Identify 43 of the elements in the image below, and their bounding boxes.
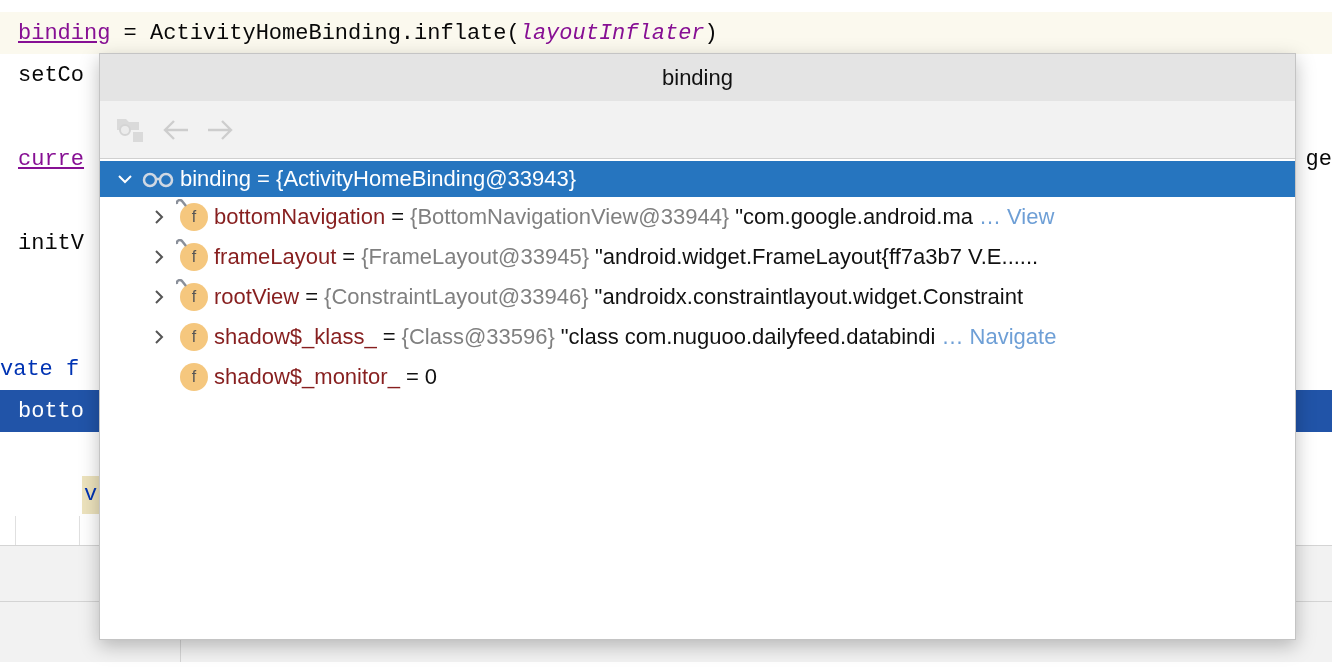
tree-row[interactable]: binding = {ActivityHomeBinding@33943} [100,161,1295,197]
code-text: ge [1305,146,1332,172]
code-text: curre [18,146,84,172]
pin-icon [176,239,188,249]
variable-text: binding = {ActivityHomeBinding@33943} [180,166,577,192]
equals-sign: = [391,204,405,230]
code-text: botto [18,398,84,424]
field-name: shadow$_monitor_ [214,364,400,390]
field-name: frameLayout [214,244,337,270]
tree-row[interactable]: f rootView = {ConstraintLayout@33946} "androidx.constraintlayout.widget.Constraint [100,277,1295,317]
field-type: {FrameLayout@33945} [361,244,589,270]
equals-sign: = [342,244,356,270]
field-type: {BottomNavigationView@33944} [410,204,730,230]
field-name: rootView [214,284,300,310]
tree-row[interactable]: f bottomNavigation = {BottomNavigationView@33944} "com.google.android.ma … View [100,197,1295,237]
field-type: {Class@33596} [401,324,555,350]
field-value: "android.widget.FrameLayout{ff7a3b7 V.E...... [595,244,1039,270]
field-value: 0 [424,364,437,390]
forward-arrow-icon [206,117,234,142]
tree-row[interactable]: f shadow$_monitor_ = 0 [100,357,1295,397]
equals-sign: = [405,364,419,390]
popup-title: binding [100,54,1295,101]
field-name: shadow$_klass_ [214,324,377,350]
code-text: vate f [0,356,80,382]
glasses-icon [142,170,174,188]
code-text: binding = ActivityHomeBinding.inflate(layoutInflater) [18,20,718,46]
field-value: "com.google.android.ma [735,204,973,230]
tree-row[interactable]: f shadow$_klass_ = {Class@33596} "class com.nuguoo.dailyfeed.databindi … Navigate [100,317,1295,357]
pin-icon [176,279,188,289]
code-text: setCo [18,62,84,88]
field-icon: f [180,363,208,391]
back-arrow-icon [162,117,190,142]
field-value: "androidx.constraintlayout.widget.Constraint [594,284,1024,310]
code-text: initV [18,230,84,256]
field-value: "class com.nuguoo.dailyfeed.databindi [560,324,936,350]
tree-row[interactable]: f frameLayout = {FrameLayout@33945} "android.widget.FrameLayout{ff7a3b7 V.E...... [100,237,1295,277]
equals-sign: = [382,324,396,350]
equals-sign: = [305,284,319,310]
pin-icon [176,199,188,209]
field-icon: f [180,323,208,351]
code-text: v [82,476,100,514]
field-name: bottomNavigation [214,204,386,230]
field-type: {ConstraintLayout@33946} [324,284,589,310]
